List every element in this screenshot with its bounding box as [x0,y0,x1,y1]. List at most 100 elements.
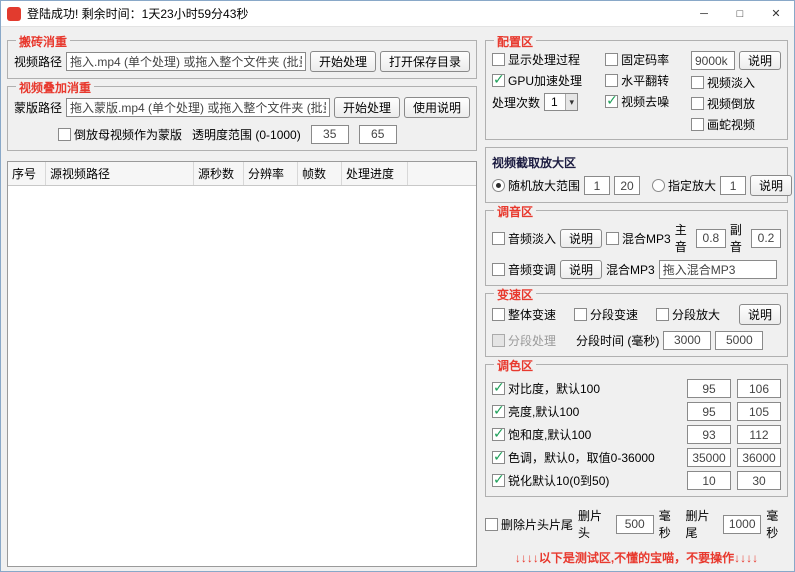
video-fadein-box[interactable] [690,76,704,89]
video-snake-checkbox[interactable]: 画蛇视频 [690,116,781,133]
trim-tail-input[interactable] [723,514,762,534]
hue-min-input[interactable] [687,448,731,467]
video-reverse-box[interactable] [690,97,704,110]
mix-file-input[interactable] [658,259,777,279]
brightness-box[interactable] [492,402,505,419]
reverse-mother-checkbox[interactable]: 倒放母视频作为蒙版 [58,126,182,143]
col-source-path[interactable]: 源视频路径 [46,162,194,185]
random-zoom-box[interactable] [492,179,505,192]
bitrate-help-button[interactable]: 说明 [738,51,781,70]
random-zoom-max-input[interactable] [614,176,641,195]
segment-speed-box[interactable] [574,308,588,321]
brightness-min-input[interactable] [687,402,731,421]
gpu-accel-box[interactable] [492,71,505,88]
main-volume-input[interactable] [695,228,726,248]
col-seconds[interactable]: 源秒数 [194,162,244,185]
test-area-warning: ↓↓↓↓以下是测试区,不懂的宝喵，不要操作↓↓↓↓ [514,551,759,565]
hue-box[interactable] [492,448,505,465]
audio-pitch-box[interactable] [492,262,505,276]
open-save-dir-button[interactable]: 打开保存目录 [379,51,470,72]
mix-mp3-box[interactable] [606,231,620,245]
segment-speed-checkbox[interactable]: 分段变速 [574,306,638,323]
saturation-max-input[interactable] [737,425,781,444]
contrast-max-input[interactable] [737,379,781,398]
audio-fadein-label: 音频淡入 [508,231,557,246]
hflip-checkbox[interactable]: 水平翻转 [605,72,685,89]
minimize-button[interactable]: ─ [686,1,722,26]
video-path-input[interactable] [66,52,306,71]
video-reverse-checkbox[interactable]: 视频倒放 [690,95,781,112]
sharpen-box[interactable] [492,471,505,488]
start-process-button[interactable]: 开始处理 [309,51,376,72]
saturation-box[interactable] [492,425,505,442]
fixed-zoom-input[interactable] [720,176,747,195]
brightness-label: 亮度,默认100 [508,405,580,419]
capture-group: 视频截取放大区 随机放大范围 指定放大 说明 [485,147,793,203]
segment-time-min-input[interactable] [663,330,712,350]
contrast-checkbox[interactable]: 对比度，默认100 [492,379,600,397]
fixed-bitrate-box[interactable] [605,53,619,66]
delete-headtail-checkbox[interactable]: 删除片头片尾 [485,516,573,533]
saturation-checkbox[interactable]: 饱和度,默认100 [492,425,591,443]
capture-help-button[interactable]: 说明 [750,175,793,196]
col-resolution[interactable]: 分辨率 [244,162,298,185]
sharpen-min-input[interactable] [687,471,731,490]
sharpen-checkbox[interactable]: 锐化默认10(0到50) [492,471,609,489]
fixed-bitrate-checkbox[interactable]: 固定码率 [605,51,685,68]
app-icon [7,6,21,21]
col-index[interactable]: 序号 [8,162,46,185]
mix-mp3-checkbox[interactable]: 混合MP3 [606,230,671,247]
contrast-box[interactable] [492,379,505,396]
trim-row: 删除片头片尾 删片头 毫秒 删片尾 毫秒 [485,507,788,541]
segment-speed-label: 分段变速 [590,308,639,322]
overall-speed-checkbox[interactable]: 整体变速 [492,306,556,323]
denoise-checkbox[interactable]: 视频去噪 [605,92,685,110]
audio-fadein-checkbox[interactable]: 音频淡入 [492,230,556,247]
trim-head-input[interactable] [615,514,654,534]
reverse-mother-box[interactable] [58,127,71,141]
show-process-box[interactable] [492,53,505,66]
audio-pitch-help-button[interactable]: 说明 [560,259,603,279]
audio-fadein-help-button[interactable]: 说明 [560,228,603,248]
fixed-zoom-radio[interactable]: 指定放大 [652,177,716,194]
hue-max-input[interactable] [737,448,781,467]
video-fadein-checkbox[interactable]: 视频淡入 [690,74,781,91]
mask-path-input[interactable] [66,98,330,117]
overlay-start-button[interactable]: 开始处理 [333,97,400,118]
opacity-max-input[interactable] [358,124,397,144]
brightness-max-input[interactable] [737,402,781,421]
fixed-zoom-box[interactable] [652,179,666,192]
mix-mp3-label: 混合MP3 [622,231,671,246]
segment-zoom-box[interactable] [656,308,670,321]
segment-time-max-input[interactable] [715,330,764,350]
chevron-down-icon: ▾ [565,94,578,110]
delete-headtail-box[interactable] [485,517,498,531]
denoise-box[interactable] [605,92,619,109]
opacity-min-input[interactable] [310,124,349,144]
saturation-min-input[interactable] [687,425,731,444]
video-snake-box[interactable] [690,118,704,131]
audio-pitch-checkbox[interactable]: 音频变调 [492,261,556,278]
show-process-checkbox[interactable]: 显示处理过程 [492,51,599,68]
contrast-min-input[interactable] [687,379,731,398]
speed-help-button[interactable]: 说明 [738,304,781,325]
hue-checkbox[interactable]: 色调，默认0，取值0-36000 [492,448,655,466]
maximize-button[interactable]: □ [722,1,758,26]
overall-speed-box[interactable] [492,308,505,321]
random-zoom-radio[interactable]: 随机放大范围 [492,177,580,194]
random-zoom-min-input[interactable] [584,176,611,195]
sharpen-max-input[interactable] [737,471,781,490]
col-progress[interactable]: 处理进度 [342,162,408,185]
segment-zoom-checkbox[interactable]: 分段放大 [656,306,720,323]
sub-volume-input[interactable] [751,228,781,248]
col-frames[interactable]: 帧数 [298,162,342,185]
video-list-body[interactable] [8,186,476,566]
audio-fadein-box[interactable] [492,231,505,245]
gpu-accel-checkbox[interactable]: GPU加速处理 [492,71,599,89]
process-times-select[interactable]: 1 ▾ [544,93,579,111]
hflip-box[interactable] [605,74,619,87]
brightness-checkbox[interactable]: 亮度,默认100 [492,402,580,420]
close-button[interactable]: ✕ [758,1,794,26]
usage-help-button[interactable]: 使用说明 [403,97,470,118]
bitrate-input[interactable] [690,51,735,70]
